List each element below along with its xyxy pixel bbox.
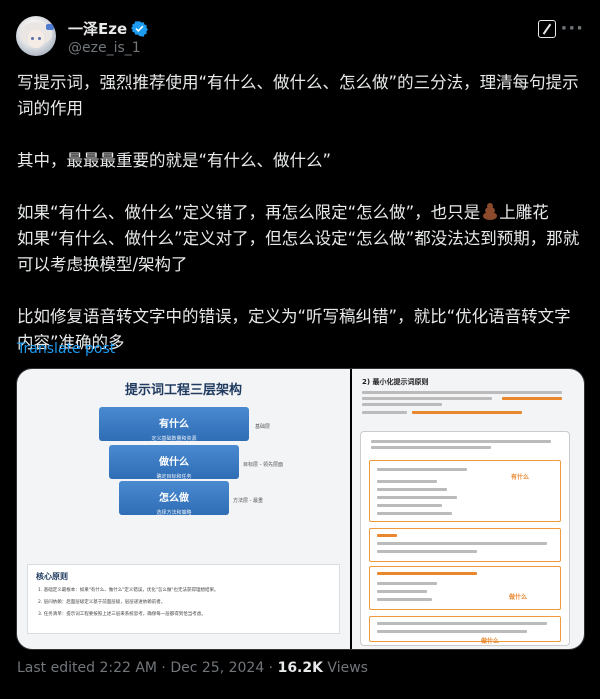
edited-timestamp[interactable]: Last edited 2:22 AM · Dec 25, 2024 · [17,660,278,676]
side-note-2: 目标层 - 领先层面 [243,462,283,468]
post-text: 写提示词，强烈推荐使用“有什么、做什么、怎么做”的三分法，理清每句提示词的作用 … [17,70,585,356]
post-line-4: 如果“有什么、做什么”定义对了，但怎么设定“怎么做”都没法达到预期，那就可以考虑… [17,229,580,274]
tier-do-label: 做什么 [159,457,189,468]
tier-do: 做什么 确定目标和任务 [109,445,239,480]
core-line-2: 2. 层间依赖：后面层级定义基于前面层级，层层递进依赖前者。 [38,600,166,605]
tier-have-sub: 定义基础数量和资源 [151,436,197,442]
image2-prompt-card: 有什么 做什么 做什么 [360,431,570,646]
avatar[interactable] [16,16,56,56]
post-line-3: 如果“有什么、做什么”定义错了，再怎么限定“怎么做”，也只是 上雕花 [17,200,585,226]
core-line-1: 1. 基础定义最根本：如果"有什么、做什么"定义错误，优化"怎么做"也无法获得理… [38,588,219,593]
more-icon[interactable]: ··· [560,18,584,39]
author-handle[interactable]: @eze_is_1 [68,40,141,56]
post-line-3-text: 如果“有什么、做什么”定义错了，再怎么限定“怎么做”，也只是 [17,203,481,222]
tier-have: 有什么 定义基础数量和资源 [99,407,249,442]
image2-tag-3: 做什么 [481,638,500,645]
image2-tag-2: 做什么 [509,594,528,601]
tier-how: 怎么做 选择方法和策略 [119,481,229,516]
poop-emoji-icon [480,202,499,221]
side-note-3: 方法层 - 最重 [233,498,263,504]
tier-do-sub: 确定目标和任务 [156,474,192,480]
post-line-2: 其中，最最最重要的就是“有什么、做什么” [17,151,332,170]
image1-title: 提示词工程三层架构 [124,383,242,398]
author-name[interactable]: 一泽Eze [68,18,127,39]
post-line-3-suffix: 上雕花 [499,203,549,222]
post-header: 一泽Eze @eze_is_1 ··· [16,14,584,62]
core-line-3: 3. 任务清单：提示词工程要按照上述三层来系统思考，确保每一层都得到恰当考虑。 [38,612,206,617]
post-footer: Last edited 2:22 AM · Dec 25, 2024 · 16.… [17,660,368,676]
views-count: 16.2K [277,660,323,676]
tier-how-sub: 选择方法和策略 [156,510,192,516]
tier-have-label: 有什么 [159,419,189,430]
author-name-row[interactable]: 一泽Eze [68,18,149,39]
translate-post-link[interactable]: Translate post [17,341,115,357]
media-image-architecture[interactable]: 提示词工程三层架构 有什么 定义基础数量和资源 做什么 确定目标和任务 怎么做 … [17,369,350,649]
post-line-1: 写提示词，强烈推荐使用“有什么、做什么、怎么做”的三分法，理清每句提示词的作用 [17,73,579,118]
side-note-1: 基础层 [255,424,271,430]
image2-heading: 2) 最小化提示词原则 [362,378,429,386]
image2-tag-1: 有什么 [511,474,530,481]
media-gallery: 提示词工程三层架构 有什么 定义基础数量和资源 做什么 确定目标和任务 怎么做 … [16,368,585,650]
media-image-minimal-prompt[interactable]: 2) 最小化提示词原则 有什么 做什么 做什么 [352,369,584,649]
tier-how-label: 怎么做 [159,493,189,504]
verified-badge-icon [131,21,149,37]
core-title: 核心原则 [36,572,68,581]
grok-icon[interactable] [538,20,556,38]
core-principles-box: 核心原则 1. 基础定义最根本：如果"有什么、做什么"定义错误，优化"怎么做"也… [27,564,340,634]
views-label: Views [322,660,368,676]
